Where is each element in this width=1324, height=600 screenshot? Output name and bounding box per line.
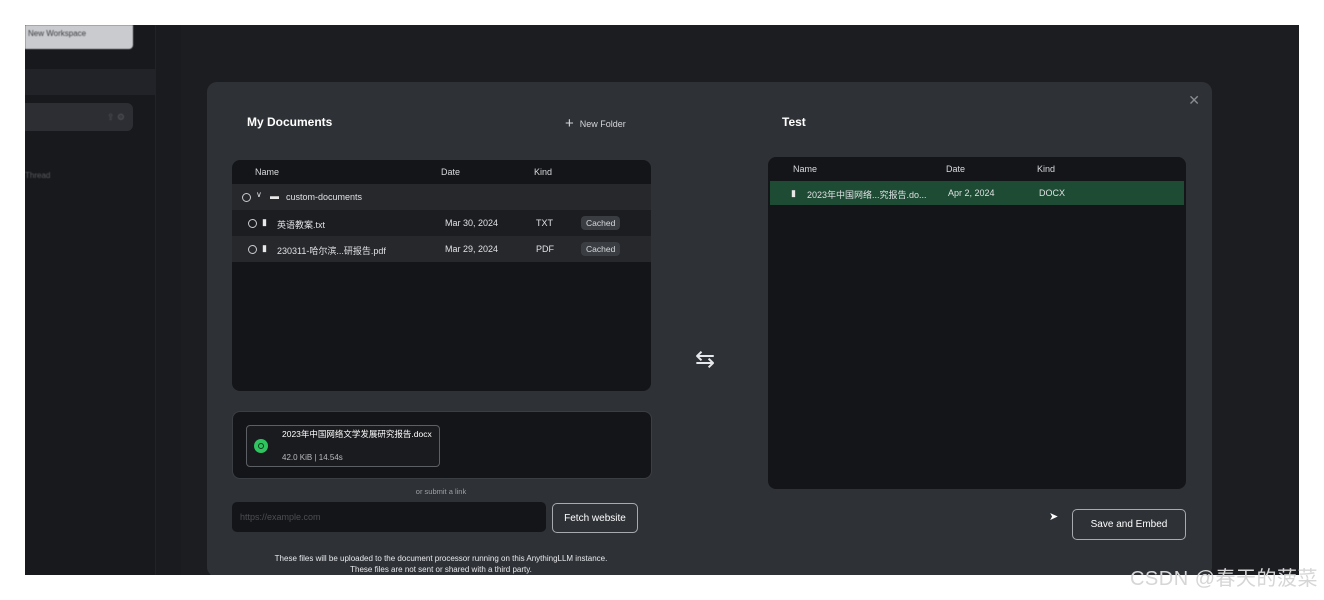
column-kind: Kind <box>534 167 553 177</box>
upload-notice: These files will be uploaded to the docu… <box>232 553 650 575</box>
folder-checkbox[interactable] <box>242 193 251 202</box>
url-input[interactable] <box>232 502 546 532</box>
new-folder-button[interactable]: + New Folder <box>565 115 626 132</box>
upload-success-icon <box>254 439 268 453</box>
notice-line-2: These files are not sent or shared with … <box>350 565 532 574</box>
file-date: Mar 30, 2024 <box>445 218 499 228</box>
mouse-cursor-icon: ➤ <box>1049 511 1059 523</box>
file-icon: ▮ <box>262 243 267 253</box>
file-checkbox[interactable] <box>248 245 257 254</box>
uploaded-file-name: 2023年中国网络文学发展研究报告.docx <box>282 429 432 439</box>
column-date: Date <box>946 164 966 174</box>
table-header: Name Date Kind <box>768 157 1186 181</box>
file-row[interactable]: ▮ 230311-哈尔滨...研报告.pdf Mar 29, 2024 PDF … <box>232 236 651 262</box>
file-kind: DOCX <box>1039 188 1066 198</box>
cached-badge: Cached <box>581 216 621 230</box>
sidebar-divider <box>155 25 181 575</box>
file-icon: ▮ <box>791 188 796 198</box>
document-manager-modal: ✕ My Documents + New Folder Name Date Ki… <box>207 82 1212 575</box>
file-kind: PDF <box>536 244 554 254</box>
plus-icon: + <box>565 115 574 132</box>
fetch-website-button[interactable]: Fetch website <box>552 503 638 533</box>
workspace-actions-icon[interactable]: ⇪ ⚙ <box>107 112 125 123</box>
sidebar-thread-item[interactable]: Thread <box>25 171 50 180</box>
move-documents-icon[interactable]: ⇆ <box>695 348 715 372</box>
or-submit-link-label: or submit a link <box>415 487 467 496</box>
file-row[interactable]: ▮ 英语教案.txt Mar 30, 2024 TXT Cached <box>232 210 651 236</box>
uploaded-file-card: 2023年中国网络文学发展研究报告.docx 42.0 KiB | 14.54s <box>246 425 440 467</box>
file-name: 2023年中国网络...究报告.do... <box>807 190 927 200</box>
table-header: Name Date Kind <box>232 160 651 184</box>
column-date: Date <box>441 167 461 177</box>
folder-icon: ▬ <box>270 191 279 201</box>
file-date: Apr 2, 2024 <box>948 188 995 198</box>
sidebar: New Workspace ⇪ ⚙ Thread <box>25 25 160 575</box>
column-name: Name <box>793 164 818 174</box>
watermark: CSDN @春天的菠菜 <box>1129 568 1318 590</box>
file-name: 230311-哈尔滨...研报告.pdf <box>277 246 386 256</box>
notice-line-1: These files will be uploaded to the docu… <box>274 554 608 563</box>
folder-name: custom-documents <box>286 192 363 202</box>
file-date: Mar 29, 2024 <box>445 244 499 254</box>
chevron-down-icon[interactable]: ∨ <box>256 190 262 199</box>
cached-badge: Cached <box>581 242 621 256</box>
sidebar-item[interactable] <box>25 69 160 95</box>
my-documents-title: My Documents <box>247 115 333 129</box>
column-kind: Kind <box>1037 164 1056 174</box>
close-icon[interactable]: ✕ <box>1188 92 1200 109</box>
new-folder-label: New Folder <box>579 118 626 129</box>
save-and-embed-button[interactable]: Save and Embed <box>1072 509 1186 540</box>
workspace-title: Test <box>782 115 806 129</box>
file-icon: ▮ <box>262 217 267 227</box>
folder-row[interactable]: ∨ ▬ custom-documents <box>232 184 651 210</box>
sidebar-workspace-item[interactable]: ⇪ ⚙ <box>25 103 133 131</box>
workspace-file-row[interactable]: ▮ 2023年中国网络...究报告.do... Apr 2, 2024 DOCX <box>770 181 1184 205</box>
upload-dropzone[interactable]: 2023年中国网络文学发展研究报告.docx 42.0 KiB | 14.54s <box>232 411 652 479</box>
file-checkbox[interactable] <box>248 219 257 228</box>
app-window: New Workspace ⇪ ⚙ Thread ✕ My Documents … <box>25 25 1299 575</box>
uploaded-file-meta: 42.0 KiB | 14.54s <box>282 453 343 462</box>
file-kind: TXT <box>536 218 553 228</box>
my-documents-table: Name Date Kind ∨ ▬ custom-documents ▮ 英语… <box>232 160 651 391</box>
workspace-documents-table: Name Date Kind ▮ 2023年中国网络...究报告.do... A… <box>768 157 1186 489</box>
column-name: Name <box>255 167 280 177</box>
new-workspace-button[interactable]: New Workspace <box>25 25 133 49</box>
file-name: 英语教案.txt <box>277 220 326 230</box>
